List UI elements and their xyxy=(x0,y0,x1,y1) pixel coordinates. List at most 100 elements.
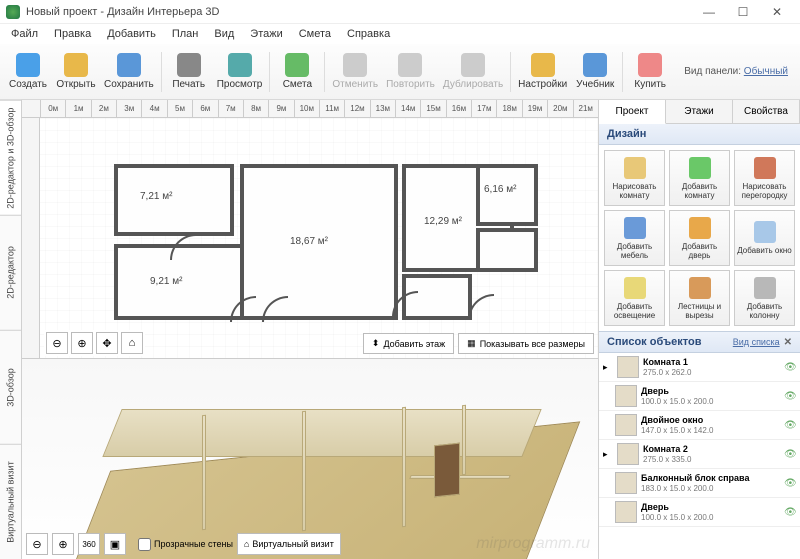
room-label: 7,21 м² xyxy=(140,191,172,202)
right-panel: ПроектЭтажиСвойства Дизайн Нарисовать ко… xyxy=(598,100,800,559)
show-dims-button[interactable]: ▦Показывать все размеры xyxy=(458,333,594,354)
tb-Дублировать: Дублировать xyxy=(439,51,507,92)
tb-Смета[interactable]: Смета xyxy=(273,51,321,92)
menu-Файл[interactable]: Файл xyxy=(4,26,45,42)
app-icon xyxy=(6,5,20,19)
design-Добавить окно[interactable]: Добавить окно xyxy=(734,210,795,266)
vtab-3[interactable]: Виртуальный визит xyxy=(0,444,21,559)
panel-view: Вид панели: Обычный xyxy=(684,66,796,77)
tb-Открыть[interactable]: Открыть xyxy=(52,51,100,92)
object-thumb xyxy=(617,356,639,378)
eye-icon[interactable]: 👁 xyxy=(784,391,796,402)
close-list-icon[interactable]: ✕ xyxy=(784,337,792,348)
room-label: 12,29 м² xyxy=(424,216,462,227)
zoom-in-3d-icon[interactable]: ⊕ xyxy=(52,533,74,555)
vtab-2[interactable]: 3D-обзор xyxy=(0,330,21,445)
objects-header: Список объектов Вид списка ✕ xyxy=(599,331,800,353)
design-grid: Нарисовать комнатуДобавить комнатуНарисо… xyxy=(599,145,800,331)
room[interactable] xyxy=(476,164,538,226)
eye-icon[interactable]: 👁 xyxy=(784,420,796,431)
rtab-Свойства[interactable]: Свойства xyxy=(733,100,800,123)
side-tabs: 2D-редактор и 3D-обзор2D-редактор3D-обзо… xyxy=(0,100,22,559)
design-Нарисовать комнату[interactable]: Нарисовать комнату xyxy=(604,150,665,206)
zoom-out-icon[interactable]: ⊖ xyxy=(46,332,68,354)
zoom-in-icon[interactable]: ⊕ xyxy=(71,332,93,354)
right-tabs: ПроектЭтажиСвойства xyxy=(599,100,800,124)
tb-Печать[interactable]: Печать xyxy=(165,51,213,92)
plan-2d[interactable]: 7,21 м² 9,21 м² 18,67 м² 12,29 м² 6,16 м² ⊖ … xyxy=(22,118,598,358)
titlebar: Новый проект - Дизайн Интерьера 3D — ☐ ✕ xyxy=(0,0,800,24)
tb-Учебник[interactable]: Учебник xyxy=(571,51,619,92)
menubar: ФайлПравкаДобавитьПланВидЭтажиСметаСправ… xyxy=(0,24,800,44)
menu-Этажи[interactable]: Этажи xyxy=(243,26,289,42)
arrows-icon[interactable]: ✥ xyxy=(96,332,118,354)
plan-zoom-tools: ⊖ ⊕ ✥ ⌂ xyxy=(44,330,145,356)
minimize-button[interactable]: — xyxy=(692,1,726,23)
add-floor-button[interactable]: ⬍Добавить этаж xyxy=(363,333,454,354)
tb-Создать[interactable]: Создать xyxy=(4,51,52,92)
menu-Смета[interactable]: Смета xyxy=(292,26,338,42)
menu-Справка[interactable]: Справка xyxy=(340,26,397,42)
floorplan[interactable]: 7,21 м² 9,21 м² 18,67 м² 12,29 м² 6,16 м² xyxy=(80,136,540,321)
maximize-button[interactable]: ☐ xyxy=(726,1,760,23)
eye-icon[interactable]: 👁 xyxy=(784,478,796,489)
panel-view-link[interactable]: Обычный xyxy=(744,66,788,77)
object-thumb xyxy=(615,414,637,436)
tb-Отменить: Отменить xyxy=(328,51,382,92)
camera-icon[interactable]: ▣ xyxy=(104,533,126,555)
eye-icon[interactable]: 👁 xyxy=(784,362,796,373)
rtab-Этажи[interactable]: Этажи xyxy=(666,100,733,123)
ruler-vertical xyxy=(22,118,40,358)
object-thumb xyxy=(615,472,637,494)
close-button[interactable]: ✕ xyxy=(760,1,794,23)
design-Добавить дверь[interactable]: Добавить дверь xyxy=(669,210,730,266)
zoom-out-3d-icon[interactable]: ⊖ xyxy=(26,533,48,555)
tb-Сохранить[interactable]: Сохранить xyxy=(100,51,158,92)
vtab-1[interactable]: 2D-редактор xyxy=(0,215,21,330)
design-Добавить освещение[interactable]: Добавить освещение xyxy=(604,270,665,326)
object-row[interactable]: Дверь100.0 x 15.0 x 200.0👁 xyxy=(599,498,800,527)
object-thumb xyxy=(617,443,639,465)
object-row[interactable]: Балконный блок справа183.0 x 15.0 x 200.… xyxy=(599,469,800,498)
tb-Настройки[interactable]: Настройки xyxy=(514,51,571,92)
rtab-Проект[interactable]: Проект xyxy=(599,100,666,124)
menu-Добавить[interactable]: Добавить xyxy=(100,26,163,42)
design-header: Дизайн xyxy=(599,124,800,145)
objects-list: ▸Комната 1275.0 x 262.0👁Дверь100.0 x 15.… xyxy=(599,353,800,559)
object-row[interactable]: ▸Комната 2275.0 x 335.0👁 xyxy=(599,440,800,469)
object-thumb xyxy=(615,501,637,523)
home-icon[interactable]: ⌂ xyxy=(121,332,143,354)
room-label: 9,21 м² xyxy=(150,276,182,287)
room-label: 18,67 м² xyxy=(290,236,328,247)
menu-План[interactable]: План xyxy=(165,26,206,42)
menu-Правка[interactable]: Правка xyxy=(47,26,98,42)
vtab-0[interactable]: 2D-редактор и 3D-обзор xyxy=(0,100,21,215)
ruler-horizontal: 0м1м2м3м4м5м6м7м8м9м10м11м12м13м14м15м16… xyxy=(22,100,598,118)
design-Добавить мебель[interactable]: Добавить мебель xyxy=(604,210,665,266)
tb-Купить[interactable]: Купить xyxy=(626,51,674,92)
room[interactable] xyxy=(476,228,538,272)
view-3d[interactable]: ⊖ ⊕ 360 ▣ Прозрачные стены ⌂Виртуальный … xyxy=(22,358,598,559)
transparent-walls-checkbox[interactable]: Прозрачные стены xyxy=(138,538,233,551)
rotate360-icon[interactable]: 360 xyxy=(78,533,100,555)
center-area: 0м1м2м3м4м5м6м7м8м9м10м11м12м13м14м15м16… xyxy=(22,100,598,559)
tb-Просмотр[interactable]: Просмотр xyxy=(213,51,267,92)
toolbar: СоздатьОткрытьСохранить ПечатьПросмотр С… xyxy=(0,44,800,100)
object-row[interactable]: Двойное окно147.0 x 15.0 x 142.0👁 xyxy=(599,411,800,440)
object-row[interactable]: ▸Комната 1275.0 x 262.0👁 xyxy=(599,353,800,382)
object-row[interactable]: Дверь100.0 x 15.0 x 200.0👁 xyxy=(599,382,800,411)
menu-Вид[interactable]: Вид xyxy=(207,26,241,42)
room[interactable] xyxy=(114,164,234,236)
design-Добавить колонну[interactable]: Добавить колонну xyxy=(734,270,795,326)
eye-icon[interactable]: 👁 xyxy=(784,507,796,518)
objects-view-link[interactable]: Вид списка xyxy=(733,337,780,347)
window-title: Новый проект - Дизайн Интерьера 3D xyxy=(26,6,692,18)
tb-Повторить: Повторить xyxy=(382,51,439,92)
virtual-visit-button[interactable]: ⌂Виртуальный визит xyxy=(237,533,341,555)
design-Нарисовать перегородку[interactable]: Нарисовать перегородку xyxy=(734,150,795,206)
eye-icon[interactable]: 👁 xyxy=(784,449,796,460)
object-thumb xyxy=(615,385,637,407)
design-Лестницы и вырезы[interactable]: Лестницы и вырезы xyxy=(669,270,730,326)
room-label: 6,16 м² xyxy=(484,184,516,195)
design-Добавить комнату[interactable]: Добавить комнату xyxy=(669,150,730,206)
